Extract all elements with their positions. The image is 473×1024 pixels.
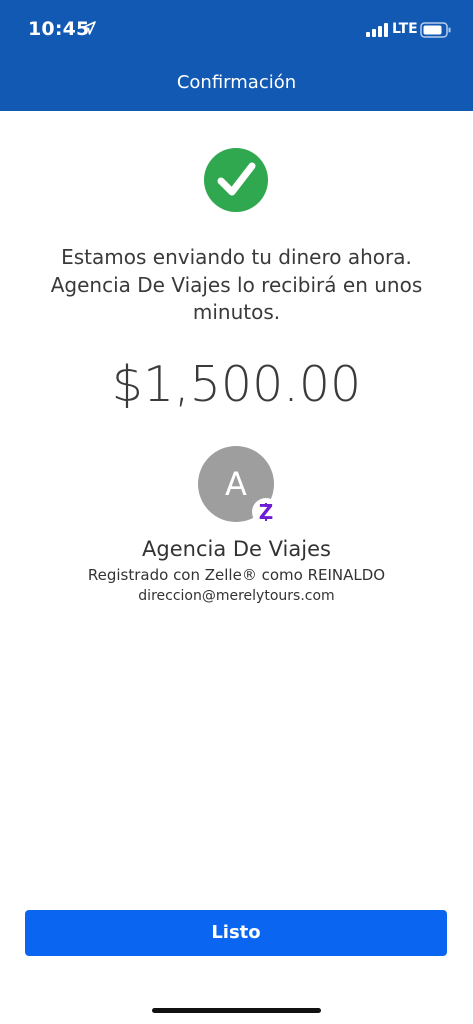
app-header: 10:45 LTE Confirmación [0, 0, 473, 111]
transfer-amount: $1,500.00 [111, 356, 362, 413]
signal-icon [366, 23, 388, 37]
zelle-bar-bottom [265, 517, 267, 521]
zelle-icon: Z [252, 498, 280, 526]
recipient-name: Agencia De Viajes [142, 537, 331, 561]
battery-icon [420, 22, 451, 38]
confirmation-message: Estamos enviando tu dinero ahora. Agenci… [50, 245, 423, 324]
network-type: LTE [392, 21, 418, 37]
zelle-letter: Z [258, 500, 274, 524]
location-arrow-icon [82, 21, 96, 35]
status-time: 10:45 [28, 18, 90, 40]
done-button[interactable]: Listo [25, 910, 447, 956]
page-title: Confirmación [176, 72, 297, 93]
check-circle-icon [204, 148, 268, 212]
registered-text: Registrado con Zelle® como REINALDO [87, 566, 386, 584]
home-indicator[interactable] [152, 1008, 321, 1013]
recipient-email: direccion@merelytours.com [138, 588, 335, 604]
